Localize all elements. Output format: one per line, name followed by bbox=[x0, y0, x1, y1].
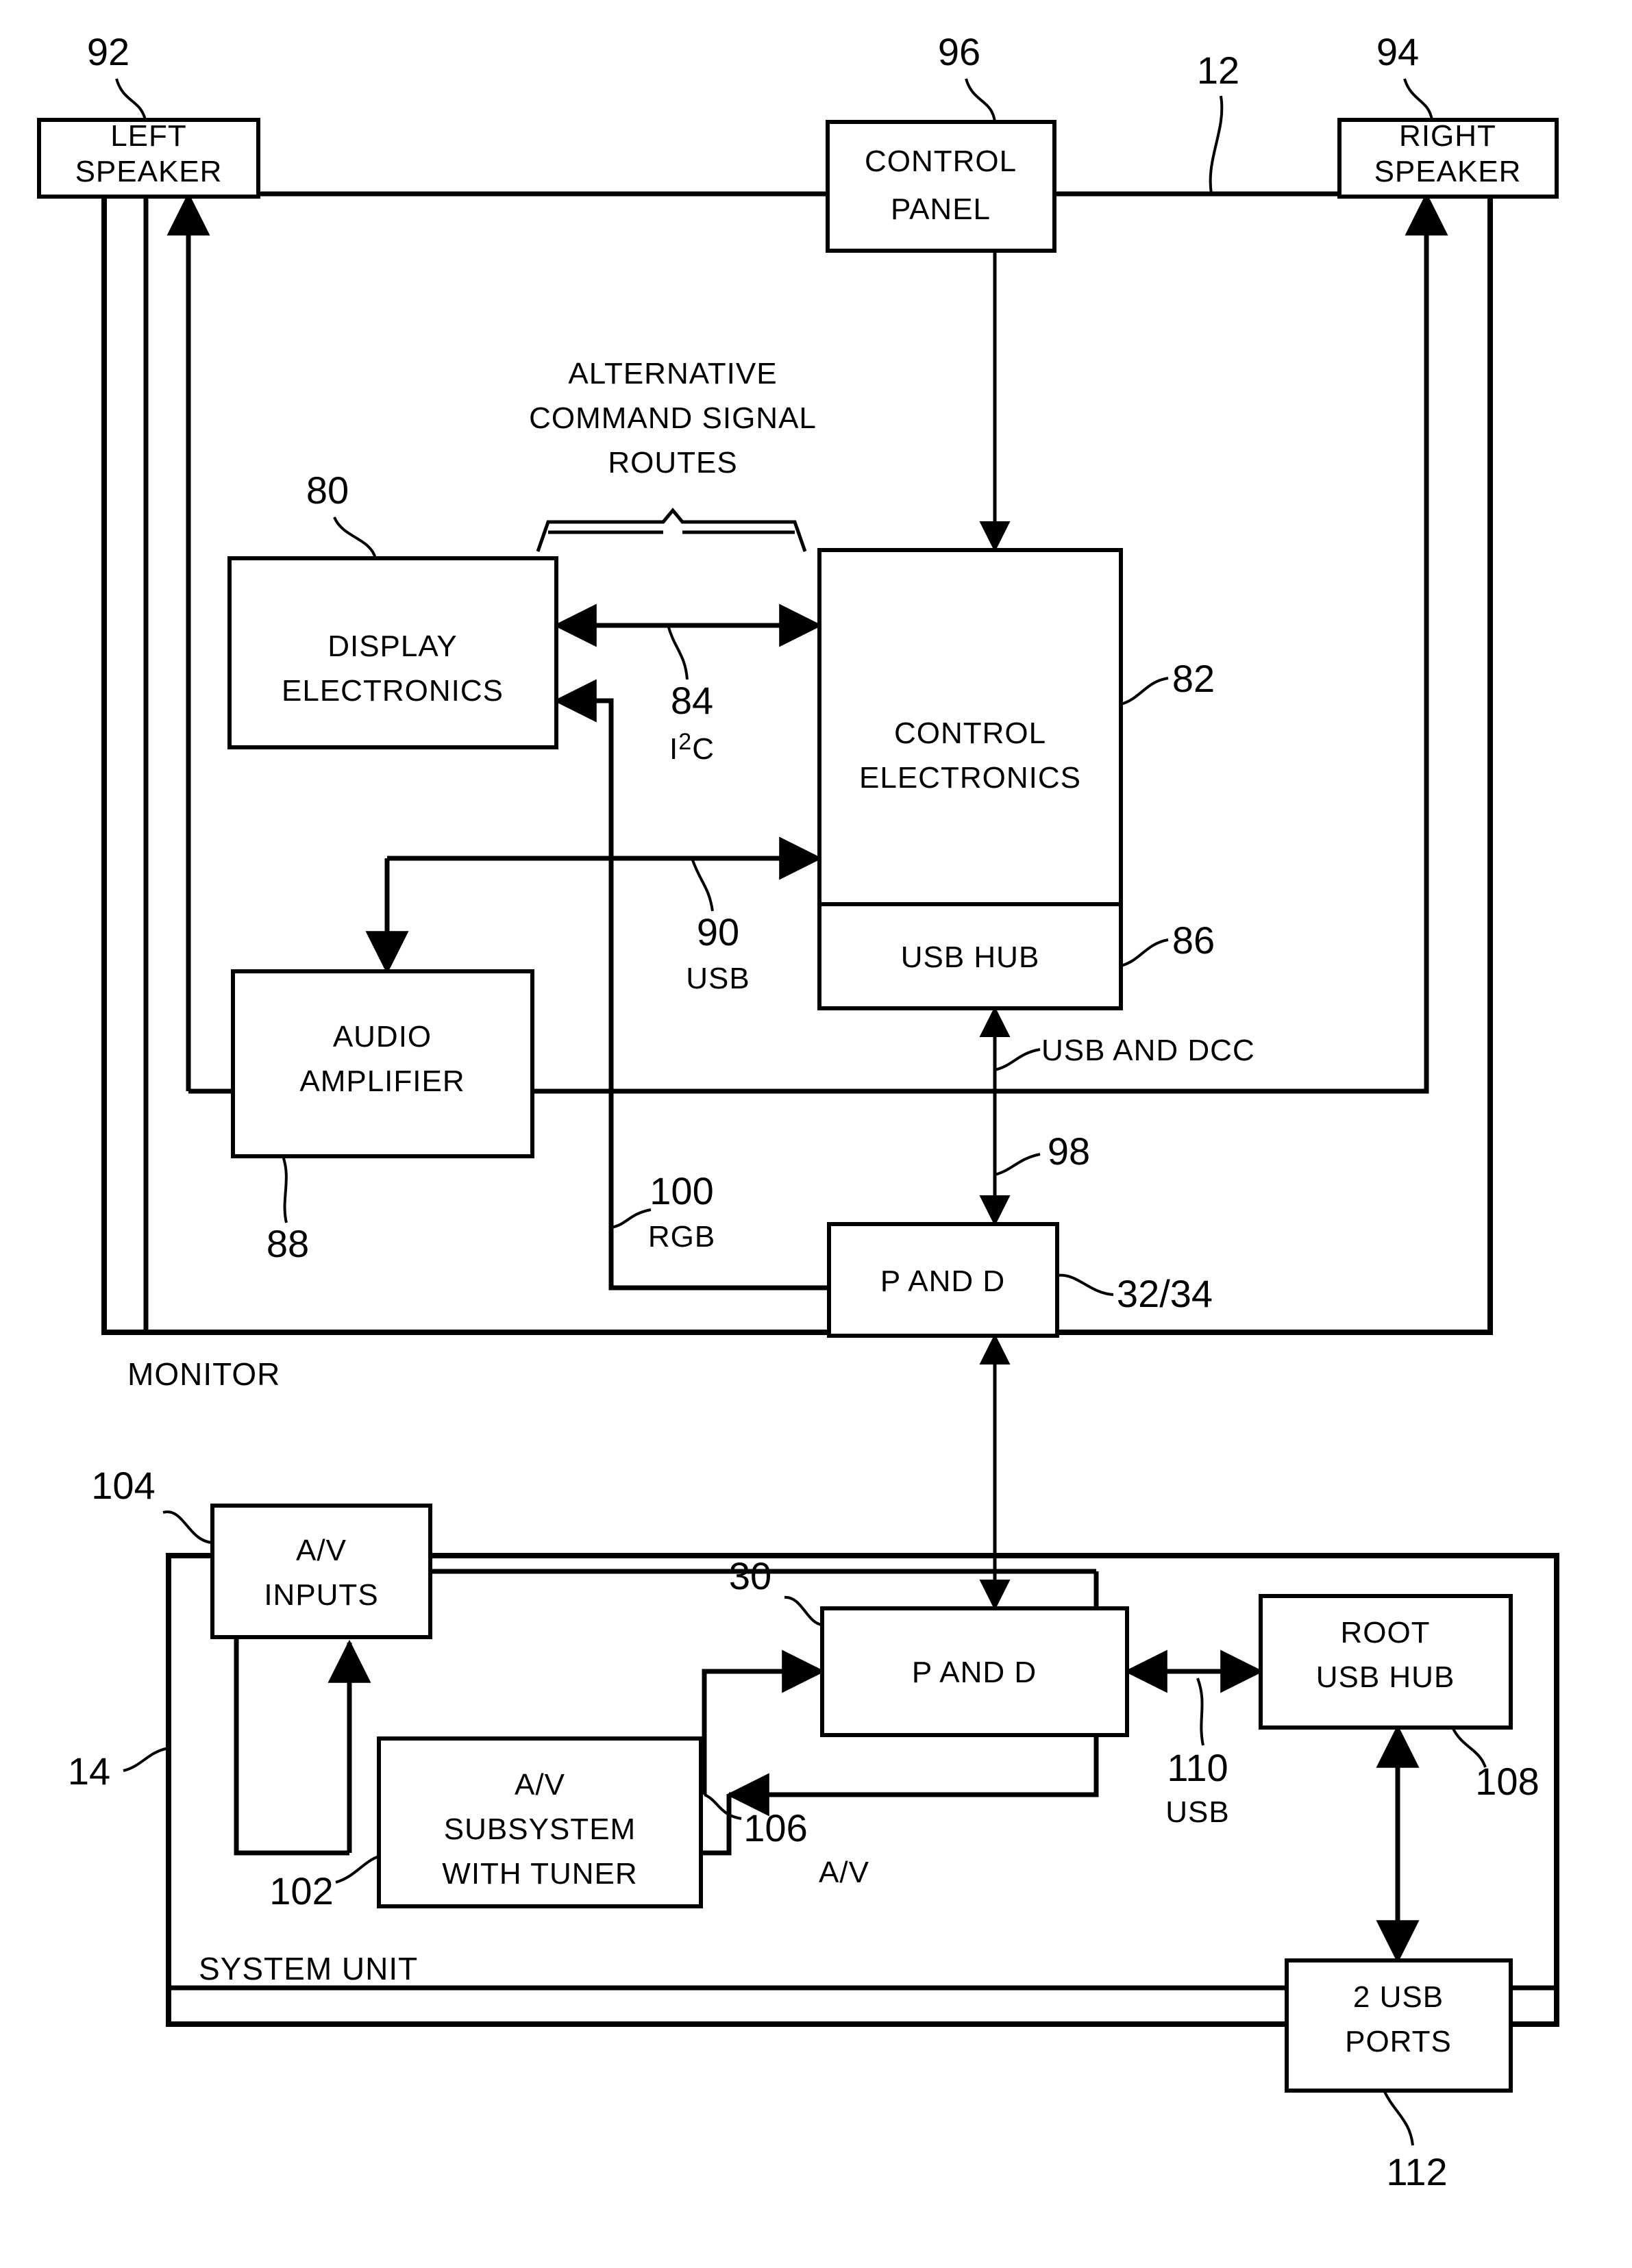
av-subsystem-label-line1: A/V bbox=[515, 1768, 565, 1802]
bus-90-usb bbox=[365, 836, 823, 975]
alternative-routes-brace bbox=[536, 508, 807, 552]
left-speaker-label-line1: LEFT bbox=[110, 119, 187, 153]
ref-96: 96 bbox=[938, 30, 980, 73]
ref-80: 80 bbox=[306, 469, 349, 512]
control-electronics-label-line2: ELECTRONICS bbox=[859, 761, 1081, 795]
ref-leader-112 bbox=[1383, 2090, 1414, 2146]
control-electronics-label-line1: CONTROL bbox=[894, 716, 1046, 750]
av-inputs-label-line2: INPUTS bbox=[264, 1578, 378, 1612]
patent-figure-canvas: LEFT SPEAKER CONTROL PANEL RIGHT SPEAKER… bbox=[0, 0, 1632, 2268]
ref-leader-84 bbox=[667, 625, 689, 680]
block-control-panel[interactable] bbox=[826, 120, 1056, 253]
bus-110-name: USB bbox=[1165, 1795, 1229, 1829]
bus-106-av bbox=[702, 1649, 826, 1795]
ref-leader-88 bbox=[282, 1156, 288, 1223]
ref-82: 82 bbox=[1172, 657, 1215, 700]
ref-108: 108 bbox=[1475, 1760, 1539, 1803]
ref-32-34: 32/34 bbox=[1117, 1272, 1213, 1315]
ref-100: 100 bbox=[650, 1169, 713, 1212]
bus-90-name: USB bbox=[686, 962, 750, 995]
ref-leader-90 bbox=[691, 858, 714, 912]
ref-leader-3234 bbox=[1056, 1273, 1114, 1296]
av-subsystem-label-line2: SUBSYSTEM bbox=[444, 1812, 636, 1846]
audio-to-left-speaker bbox=[166, 192, 233, 1094]
ref-leader-86 bbox=[1120, 938, 1169, 967]
monitor-pand-label: P AND D bbox=[880, 1264, 1005, 1298]
block-av-inputs[interactable] bbox=[210, 1504, 432, 1639]
root-usb-hub-label-line2: USB HUB bbox=[1316, 1660, 1455, 1694]
av-subsystem-label-line3: WITH TUNER bbox=[442, 1857, 637, 1891]
ref-112: 112 bbox=[1386, 2150, 1447, 2193]
ref-leader-100 bbox=[610, 1208, 652, 1229]
ref-92: 92 bbox=[87, 30, 129, 73]
alt-routes-line1: ALTERNATIVE bbox=[568, 357, 777, 390]
ref-leader-80 bbox=[333, 516, 377, 559]
right-speaker-label-line1: RIGHT bbox=[1399, 119, 1496, 153]
ref-leader-usb-dcc bbox=[994, 1048, 1041, 1071]
ref-leader-92 bbox=[115, 78, 147, 121]
audio-amplifier-label-line1: AUDIO bbox=[333, 1020, 432, 1054]
ref-leader-98 bbox=[994, 1153, 1041, 1176]
block-diagram-svg: LEFT SPEAKER CONTROL PANEL RIGHT SPEAKER… bbox=[37, 30, 1559, 2193]
ref-leader-94 bbox=[1403, 78, 1433, 121]
ref-leader-12 bbox=[1209, 95, 1224, 195]
ref-98: 98 bbox=[1048, 1130, 1090, 1173]
av-inputs-to-subsystem bbox=[234, 1637, 371, 1856]
control-panel-label-line2: PANEL bbox=[891, 192, 991, 226]
usb-ports-label-line2: PORTS bbox=[1345, 2025, 1452, 2058]
ref-102: 102 bbox=[269, 1869, 333, 1912]
ref-12: 12 bbox=[1197, 49, 1239, 92]
monitor-enclosure bbox=[101, 195, 1493, 1335]
ref-104: 104 bbox=[91, 1464, 155, 1507]
ref-leader-102 bbox=[335, 1855, 380, 1884]
ref-84: 84 bbox=[671, 679, 713, 722]
alt-routes-line2: COMMAND SIGNAL bbox=[529, 401, 817, 435]
display-electronics-label-line2: ELECTRONICS bbox=[282, 674, 504, 708]
av-inputs-label-line1: A/V bbox=[296, 1534, 347, 1567]
system-unit-enclosure-label: SYSTEM UNIT bbox=[199, 1951, 418, 1986]
ref-106: 106 bbox=[743, 1806, 807, 1849]
control-panel-label-line1: CONTROL bbox=[865, 145, 1017, 178]
left-speaker-label-line2: SPEAKER bbox=[75, 155, 223, 188]
alt-routes-line3: ROUTES bbox=[608, 446, 737, 479]
ref-88: 88 bbox=[267, 1222, 309, 1265]
bus-106-name: A/V bbox=[819, 1856, 869, 1889]
usb-hub-label: USB HUB bbox=[901, 940, 1040, 974]
ref-leader-106 bbox=[704, 1793, 742, 1820]
monitor-enclosure-label: MONITOR bbox=[127, 1356, 280, 1392]
display-electronics-label-line1: DISPLAY bbox=[327, 630, 458, 663]
ref-94: 94 bbox=[1376, 30, 1419, 73]
root-usb-hub-label-line1: ROOT bbox=[1340, 1616, 1430, 1649]
ref-110: 110 bbox=[1167, 1746, 1228, 1789]
ref-90: 90 bbox=[697, 910, 739, 954]
block-audio-amplifier[interactable] bbox=[231, 969, 534, 1158]
bus-84-name: I2C bbox=[669, 729, 715, 766]
system-pand-label: P AND D bbox=[912, 1656, 1037, 1689]
right-speaker-label-line2: SPEAKER bbox=[1374, 155, 1522, 188]
audio-amplifier-label-line2: AMPLIFIER bbox=[299, 1064, 465, 1098]
usb-and-dcc-label: USB AND DCC bbox=[1041, 1034, 1255, 1067]
ref-86: 86 bbox=[1172, 919, 1215, 962]
ref-leader-96 bbox=[965, 78, 996, 123]
usb-ports-label-line1: 2 USB bbox=[1353, 1980, 1444, 2014]
ref-leader-110 bbox=[1196, 1678, 1204, 1746]
ref-leader-104 bbox=[162, 1510, 213, 1544]
ref-leader-82 bbox=[1120, 677, 1169, 706]
ref-leader-30 bbox=[784, 1596, 823, 1626]
bus-100-name: RGB bbox=[648, 1220, 715, 1254]
ref-leader-14 bbox=[123, 1747, 169, 1772]
ref-14: 14 bbox=[68, 1749, 110, 1793]
ref-30: 30 bbox=[729, 1554, 771, 1597]
